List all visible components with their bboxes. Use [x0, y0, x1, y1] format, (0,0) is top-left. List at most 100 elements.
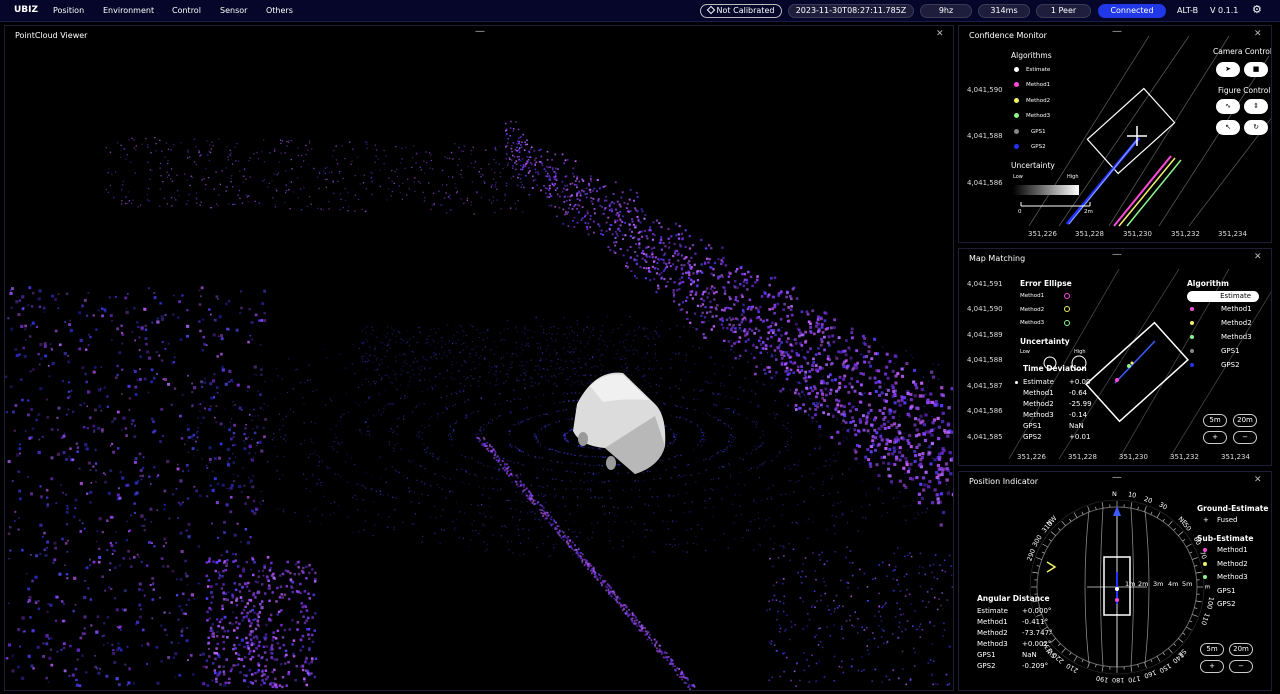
deviation-name: GPS1: [1023, 422, 1042, 430]
minimize-icon[interactable]: —: [1112, 472, 1122, 483]
zoom-out-button[interactable]: −: [1233, 431, 1257, 444]
compass-tick: [1192, 557, 1198, 560]
fused-label: Fused: [1217, 516, 1238, 524]
ground-estimate-title: Ground-Estimate: [1197, 504, 1269, 513]
x-tick: 351,234: [1218, 230, 1247, 238]
method1-trace: [1113, 155, 1172, 227]
angular-name: GPS2: [977, 662, 996, 670]
map-matching-panel: Map Matching — ✕ Error Ellipse Method1 M…: [958, 248, 1272, 466]
deviation-value: -0.64: [1069, 389, 1088, 397]
x-tick: 351,228: [1075, 230, 1104, 238]
algorithm-title: Algorithm: [1187, 279, 1229, 288]
calibration-badge[interactable]: Not Calibrated: [700, 4, 782, 18]
uncertainty-low: Low: [1013, 174, 1023, 180]
connection-button[interactable]: Connected: [1098, 4, 1166, 18]
position-indicator-panel: N 10 20 30 NE 50 60 70 E 100 110 SE 140 150 160 170 180 1…: [958, 471, 1272, 691]
confidence-monitor-panel: Confidence Monitor — ✕ Algorithms Estima…: [958, 25, 1272, 243]
ellipse-method3-marker[interactable]: [1064, 320, 1070, 326]
compass-tick: [1130, 502, 1133, 509]
figure-expand-button[interactable]: ⇕: [1244, 99, 1268, 114]
compass-label: 170: [1127, 673, 1142, 684]
close-icon[interactable]: ✕: [1254, 252, 1262, 262]
sub-method2: Method2: [1217, 560, 1248, 568]
ellipse-method3: Method3: [1020, 320, 1045, 326]
x-tick: 351,226: [1017, 453, 1046, 461]
compass-tick: [1194, 607, 1198, 609]
compass-tick: [1173, 528, 1176, 531]
menu-others[interactable]: Others: [266, 6, 293, 15]
rate-badge: 9hz: [920, 4, 972, 18]
compass-tick: [1182, 539, 1186, 542]
compass-tick: [1137, 664, 1139, 668]
close-icon[interactable]: ✕: [1254, 29, 1262, 39]
close-icon[interactable]: ✕: [1254, 475, 1262, 485]
figure-reset-button[interactable]: ↻: [1244, 120, 1268, 135]
figure-wave-button[interactable]: ∿: [1216, 99, 1240, 114]
method1-point: [1115, 598, 1119, 602]
map-track-line: [1114, 340, 1156, 384]
compass-tick: [1058, 643, 1061, 646]
close-icon[interactable]: ✕: [936, 29, 944, 39]
compass-tick: [1182, 632, 1186, 635]
fused-marker-icon: +: [1203, 516, 1209, 524]
compass-tick: [1186, 543, 1192, 548]
algorithm-method3[interactable]: Method3: [1221, 333, 1252, 341]
angular-name: Method1: [977, 618, 1008, 626]
compass-label: 10: [1127, 490, 1138, 501]
legend-gps1: GPS1: [1031, 129, 1046, 135]
angular-value: NaN: [1022, 651, 1037, 659]
zoom-out-button[interactable]: −: [1229, 660, 1253, 673]
map-matching-title: Map Matching: [969, 254, 1026, 263]
algorithm-gps2[interactable]: GPS2: [1221, 361, 1240, 369]
menu-sensor[interactable]: Sensor: [220, 6, 247, 15]
settings-gear-icon[interactable]: ⚙: [1252, 3, 1262, 16]
deviation-value: -0.14: [1069, 411, 1088, 419]
sub-gps2: GPS2: [1217, 600, 1236, 608]
zoom-20m-button[interactable]: 20m: [1233, 414, 1257, 427]
legend-method1: Method1: [1026, 82, 1051, 88]
reset-icon: ↻: [1253, 123, 1259, 131]
range-label: 2m: [1138, 580, 1149, 588]
compass-tick: [1095, 664, 1097, 668]
ellipse-method1-marker[interactable]: [1064, 293, 1070, 299]
calibration-icon: [706, 5, 715, 15]
minimize-icon[interactable]: —: [1112, 249, 1122, 260]
menu-position[interactable]: Position: [53, 6, 84, 15]
algorithm-estimate-toggle[interactable]: Estimate: [1187, 291, 1259, 302]
compass-tick: [1101, 665, 1104, 672]
algorithm-method1[interactable]: Method1: [1221, 305, 1252, 313]
pointcloud-canvas[interactable]: [5, 26, 954, 691]
figure-collapse-button[interactable]: ↖: [1216, 120, 1240, 135]
legend-method2: Method2: [1026, 98, 1051, 104]
wave-icon: ∿: [1225, 102, 1231, 110]
algorithm-method2[interactable]: Method2: [1221, 319, 1252, 327]
minimize-icon[interactable]: —: [1112, 26, 1122, 37]
uncertainty-title: Uncertainty: [1011, 161, 1055, 170]
scale-2m: 2m: [1084, 209, 1093, 215]
zoom-in-button[interactable]: +: [1203, 431, 1227, 444]
compass-tick: [1150, 511, 1153, 515]
zoom-20m-button[interactable]: 20m: [1229, 643, 1253, 656]
menu-control[interactable]: Control: [172, 6, 201, 15]
zoom-in-button[interactable]: +: [1200, 660, 1224, 673]
compass-tick: [1036, 557, 1042, 560]
zoom-5m-button[interactable]: 5m: [1203, 414, 1227, 427]
method2-dot: [1014, 98, 1019, 103]
zoom-5m-button[interactable]: 5m: [1200, 643, 1224, 656]
compass-tick: [1189, 551, 1193, 554]
timestamp-badge: 2023-11-30T08:27:11.785Z: [788, 4, 914, 18]
pointcloud-viewer-panel[interactable]: PointCloud Viewer — ✕: [4, 25, 954, 691]
camera-top-view-button[interactable]: ■: [1244, 62, 1268, 77]
minimize-icon[interactable]: —: [475, 26, 485, 37]
angular-value: +0.002°: [1022, 640, 1052, 648]
y-tick: 4,041,587: [967, 382, 1003, 390]
method3-dot: [1190, 335, 1194, 339]
algorithm-gps1[interactable]: GPS1: [1221, 347, 1240, 355]
menu-environment[interactable]: Environment: [103, 6, 154, 15]
camera-pointer-button[interactable]: ➤: [1216, 62, 1240, 77]
angular-value: -0.209°: [1022, 662, 1049, 670]
ellipse-method2-marker[interactable]: [1064, 306, 1070, 312]
time-deviation-title: Time Deviation: [1023, 364, 1087, 373]
compass-tick: [1073, 512, 1078, 518]
compass-tick: [1150, 659, 1153, 663]
